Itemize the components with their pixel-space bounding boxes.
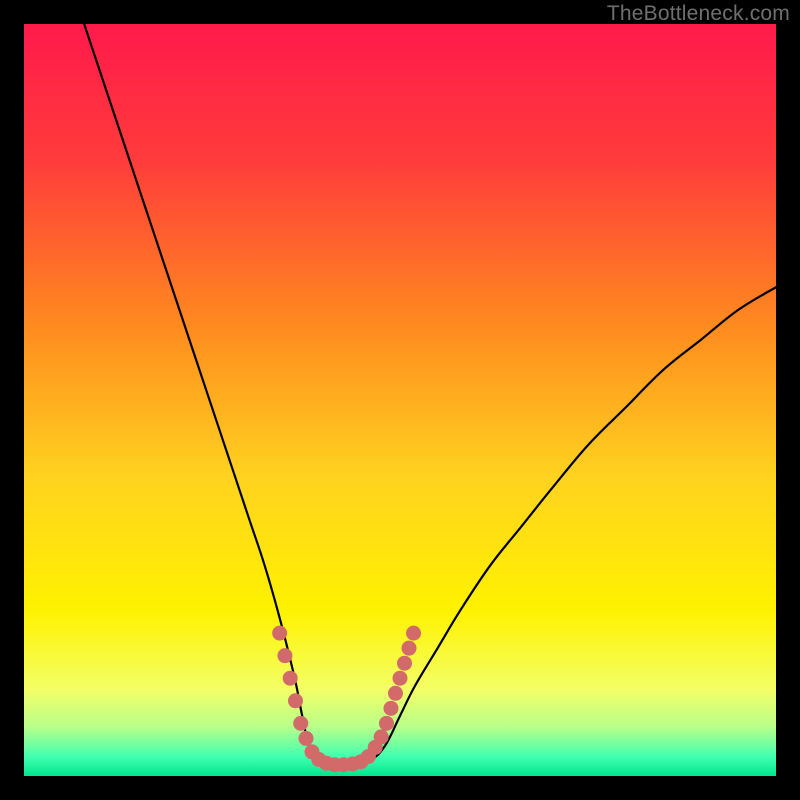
background-gradient <box>24 24 776 776</box>
chart-frame: TheBottleneck.com <box>0 0 800 800</box>
plot-area <box>24 24 776 776</box>
watermark-text: TheBottleneck.com <box>607 2 790 26</box>
